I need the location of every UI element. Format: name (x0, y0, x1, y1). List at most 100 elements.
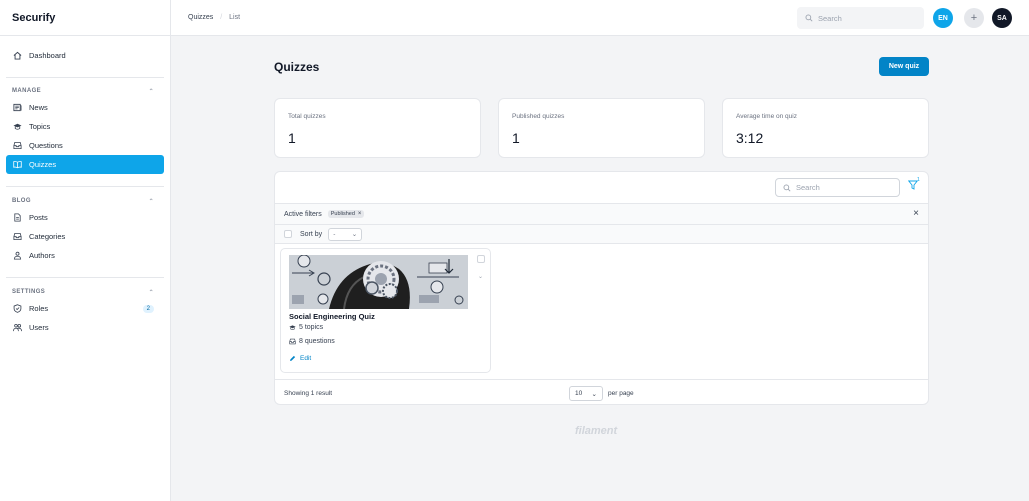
inbox-icon (289, 338, 296, 345)
active-filters-label: Active filters (284, 210, 322, 218)
sidebar-item-categories[interactable]: Categories (6, 227, 164, 246)
sidebar-item-users[interactable]: Users (6, 318, 164, 337)
graduation-cap-icon (289, 324, 296, 331)
sidebar-item-label: Authors (29, 251, 55, 260)
stat-label: Published quizzes (512, 113, 565, 120)
sidebar-item-news[interactable]: News (6, 98, 164, 117)
new-quiz-button[interactable]: New quiz (879, 57, 929, 76)
quizzes-table: Search 1 Active filters Published × × So… (274, 171, 929, 405)
sidebar-item-roles[interactable]: Roles 2 (6, 299, 164, 318)
sidebar-item-label: Users (29, 323, 49, 332)
search-placeholder: Search (818, 13, 842, 23)
language-switcher[interactable]: EN (933, 8, 953, 28)
stat-label: Total quizzes (288, 113, 326, 120)
app-brand[interactable]: Securify (0, 0, 170, 36)
per-page-label: per page (608, 390, 634, 397)
stat-label: Average time on quiz (736, 113, 797, 120)
filter-chip-label: Published (330, 211, 355, 217)
page-title: Quizzes (274, 60, 320, 74)
quiz-title: Social Engineering Quiz (289, 312, 375, 321)
chevron-up-icon: ⌃ (148, 198, 154, 205)
select-all-checkbox[interactable] (284, 230, 292, 238)
sidebar-item-quizzes[interactable]: Quizzes (6, 155, 164, 174)
sidebar-item-authors[interactable]: Authors (6, 246, 164, 265)
sidebar-item-label: Posts (29, 213, 48, 222)
active-filters-bar: Active filters Published × × (275, 203, 928, 224)
document-icon (13, 213, 22, 222)
breadcrumb: Quizzes / List (188, 14, 240, 21)
quiz-topics: 5 topics (289, 324, 323, 331)
breadcrumb-separator: / (220, 14, 223, 21)
record-checkbox[interactable] (477, 255, 485, 263)
stat-card-published: Published quizzes 1 (498, 98, 705, 158)
quiz-topics-count: 5 topics (299, 324, 324, 331)
filter-chip-published: Published × (327, 210, 365, 218)
sidebar-item-label: Roles (29, 304, 49, 313)
inbox-icon (13, 141, 22, 150)
sidebar-item-questions[interactable]: Questions (6, 136, 164, 155)
book-open-icon (13, 160, 22, 169)
users-icon (13, 323, 22, 332)
sort-bar: Sort by - ⌄ (275, 224, 928, 244)
user-group-icon (13, 251, 22, 260)
stat-card-average-time: Average time on quiz 3:12 (722, 98, 929, 158)
edit-button[interactable]: Edit (289, 355, 311, 362)
chevron-down-icon: ⌄ (591, 390, 597, 398)
sidebar-group-manage[interactable]: MANAGE ⌃ (12, 84, 154, 98)
sidebar: Securify Dashboard MANAGE ⌃ News Topics … (0, 0, 171, 501)
quiz-questions: 8 questions (289, 338, 335, 345)
sort-select[interactable]: - ⌄ (328, 227, 363, 241)
sidebar-item-label: Dashboard (29, 51, 66, 60)
topbar: Quizzes / List Search EN + SA (171, 0, 1029, 36)
stat-card-total: Total quizzes 1 (274, 98, 481, 158)
pagination-bar: Showing 1 result 10 ⌄ per page (275, 379, 928, 404)
sidebar-item-posts[interactable]: Posts (6, 208, 164, 227)
chevron-down-icon[interactable]: ⌄ (478, 273, 483, 280)
search-icon (783, 184, 791, 192)
sort-label: Sort by (300, 230, 323, 238)
group-title: MANAGE (12, 88, 42, 94)
chevron-up-icon: ⌃ (148, 88, 154, 95)
list-item[interactable]: ⌄ Social Engineering Quiz 5 topics 8 que… (280, 248, 491, 373)
per-page-control: 10 ⌄ per page (569, 386, 634, 401)
global-search-input[interactable]: Search (797, 7, 924, 29)
stat-value: 3:12 (736, 130, 764, 146)
sidebar-item-dashboard[interactable]: Dashboard (6, 46, 164, 65)
sidebar-item-label: Topics (29, 122, 51, 131)
sidebar-item-label: News (29, 103, 48, 112)
filter-button[interactable]: 1 (908, 177, 920, 190)
clear-filters-icon[interactable]: × (913, 208, 919, 219)
pencil-icon (289, 355, 296, 362)
create-new-button[interactable]: + (964, 8, 984, 28)
table-search-input[interactable]: Search (775, 178, 900, 197)
group-title: SETTINGS (12, 289, 46, 295)
sidebar-item-label: Categories (29, 232, 66, 241)
edit-label: Edit (300, 355, 312, 362)
breadcrumb-list: List (229, 14, 241, 21)
remove-filter-icon[interactable]: × (358, 211, 362, 217)
shield-check-icon (13, 304, 22, 313)
results-count: Showing 1 result (284, 389, 333, 397)
chevron-down-icon: ⌄ (351, 231, 358, 238)
filter-count-badge: 1 (917, 177, 920, 183)
stat-value: 1 (512, 130, 520, 146)
sidebar-item-topics[interactable]: Topics (6, 117, 164, 136)
per-page-select[interactable]: 10 ⌄ (569, 386, 603, 401)
newspaper-icon (13, 103, 22, 112)
graduation-cap-icon (13, 122, 22, 131)
avatar[interactable]: SA (992, 8, 1012, 28)
quiz-questions-count: 8 questions (299, 338, 335, 345)
search-placeholder: Search (796, 183, 820, 192)
sort-value: - (333, 230, 336, 238)
breadcrumb-quizzes[interactable]: Quizzes (188, 14, 213, 21)
inbox-icon (13, 232, 22, 241)
sidebar-group-blog[interactable]: BLOG ⌃ (12, 194, 154, 208)
per-page-value: 10 (575, 390, 583, 397)
stat-value: 1 (288, 130, 296, 146)
chevron-up-icon: ⌃ (148, 289, 154, 296)
sidebar-group-settings[interactable]: SETTINGS ⌃ (12, 285, 154, 299)
roles-count-badge: 2 (142, 304, 154, 313)
search-icon (805, 14, 813, 22)
quiz-thumbnail (289, 255, 468, 309)
sidebar-item-label: Questions (29, 141, 63, 150)
